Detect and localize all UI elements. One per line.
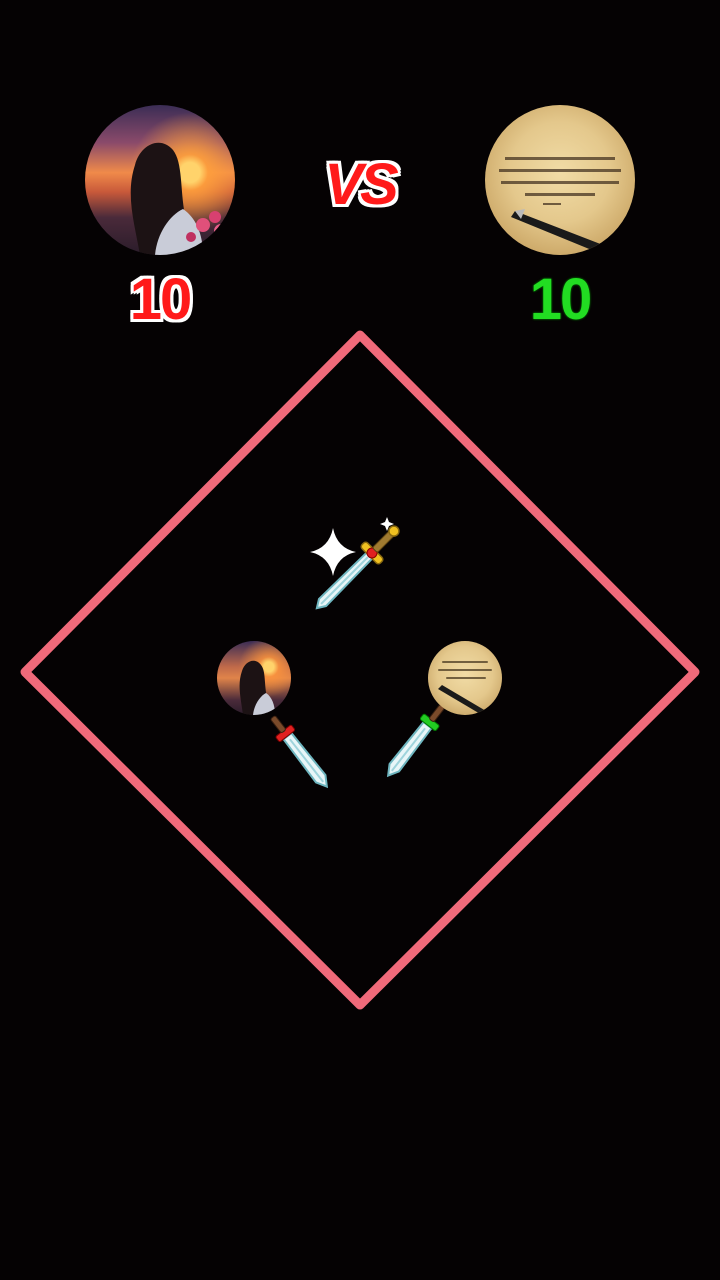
arena <box>20 330 700 1010</box>
player-left-ball <box>217 641 291 715</box>
girl-sunset-icon <box>239 660 275 715</box>
arena-border <box>20 330 700 1010</box>
pen-icon <box>438 685 486 715</box>
player-right-ball <box>428 641 502 715</box>
player-left-sword-icon <box>270 715 329 789</box>
sword-pickup-icon <box>315 525 400 610</box>
